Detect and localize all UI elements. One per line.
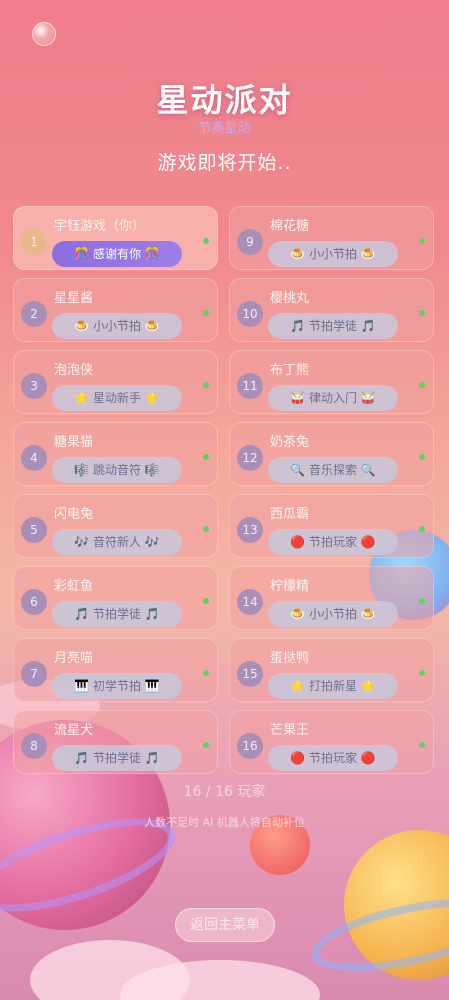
player-name: 闪电兔	[54, 507, 94, 522]
player-title-badge: 🎶 音符新人 🎶	[52, 529, 182, 555]
online-status-dot	[203, 454, 209, 460]
player-title-badge: 🔴 节拍玩家 🔴	[268, 529, 398, 555]
online-status-dot	[203, 310, 209, 316]
online-status-dot	[203, 598, 209, 604]
online-status-dot	[419, 382, 425, 388]
player-title-badge: 🎵 节拍学徒 🎵	[268, 313, 398, 339]
player-slot-number: 9	[237, 229, 263, 255]
player-slot-number: 10	[237, 301, 263, 327]
player-name: 泡泡侠	[54, 363, 94, 378]
online-status-dot	[419, 598, 425, 604]
player-title-badge: 🎵 节拍学徒 🎵	[52, 601, 182, 627]
player-name: 西瓜霸	[270, 507, 310, 522]
player-slot-number: 3	[21, 373, 47, 399]
player-card: 9 棉花糖 🍮 小小节拍 🍮	[229, 206, 434, 270]
online-status-dot	[419, 526, 425, 532]
player-card: 10 樱桃丸 🎵 节拍学徒 🎵	[229, 278, 434, 342]
back-to-menu-button[interactable]: 返回主菜单	[175, 908, 275, 942]
online-status-dot	[203, 382, 209, 388]
player-slot-number: 8	[21, 733, 47, 759]
planet-ring-decoration	[304, 884, 449, 986]
player-slot-number: 11	[237, 373, 263, 399]
player-card: 14 柠檬精 🍮 小小节拍 🍮	[229, 566, 434, 630]
online-status-dot	[203, 742, 209, 748]
autofill-hint: 人数不足时 AI 机器人将自动补位	[144, 816, 305, 829]
player-card: 3 泡泡侠 ⭐ 星动新手 ⭐	[13, 350, 218, 414]
online-status-dot	[203, 670, 209, 676]
player-name: 糖果猫	[54, 435, 94, 450]
player-slot-number: 4	[21, 445, 47, 471]
planet-decoration	[344, 830, 449, 980]
player-title-badge: 🔴 节拍玩家 🔴	[268, 745, 398, 771]
player-slot-number: 14	[237, 589, 263, 615]
player-slot-number: 13	[237, 517, 263, 543]
player-name: 芒果王	[270, 723, 310, 738]
game-subtitle: 节奏星动	[198, 121, 251, 136]
player-name: 樱桃丸	[270, 291, 310, 306]
online-status-dot	[203, 238, 209, 244]
player-name: 柠檬精	[270, 579, 310, 594]
online-status-dot	[419, 742, 425, 748]
player-slot-number: 5	[21, 517, 47, 543]
player-card: 4 糖果猫 🎼 跳动音符 🎼	[13, 422, 218, 486]
player-title-badge: 🔍 音乐探索 🔍	[268, 457, 398, 483]
player-name: 宇钰游戏（你）	[54, 219, 146, 234]
online-status-dot	[419, 238, 425, 244]
player-card: 5 闪电兔 🎶 音符新人 🎶	[13, 494, 218, 558]
player-card: 12 奶茶兔 🔍 音乐探索 🔍	[229, 422, 434, 486]
cloud-decoration	[120, 960, 320, 1000]
online-status-dot	[419, 454, 425, 460]
player-title-badge: ⭐ 打拍新星 ⭐	[268, 673, 398, 699]
player-card: 6 彩虹鱼 🎵 节拍学徒 🎵	[13, 566, 218, 630]
player-title-badge: 🎼 跳动音符 🎼	[52, 457, 182, 483]
player-card: 1 宇钰游戏（你） 🎊 感谢有你 🎊	[13, 206, 218, 270]
player-title-badge: 🎵 节拍学徒 🎵	[52, 745, 182, 771]
player-slot-number: 16	[237, 733, 263, 759]
player-name: 彩虹鱼	[54, 579, 94, 594]
player-slot-number: 6	[21, 589, 47, 615]
player-card: 8 流星犬 🎵 节拍学徒 🎵	[13, 710, 218, 774]
player-card: 16 芒果王 🔴 节拍玩家 🔴	[229, 710, 434, 774]
game-title: 星动派对	[156, 81, 293, 119]
player-title-badge: 🍮 小小节拍 🍮	[268, 601, 398, 627]
player-slot-number: 15	[237, 661, 263, 687]
player-name: 蛋挞鸭	[270, 651, 310, 666]
player-card: 13 西瓜霸 🔴 节拍玩家 🔴	[229, 494, 434, 558]
player-name: 布丁熊	[270, 363, 310, 378]
player-slot-number: 12	[237, 445, 263, 471]
online-status-dot	[203, 526, 209, 532]
player-card: 15 蛋挞鸭 ⭐ 打拍新星 ⭐	[229, 638, 434, 702]
player-count: 16 / 16 玩家	[183, 784, 266, 800]
player-slot-number: 1	[21, 229, 47, 255]
player-title-badge: 🍮 小小节拍 🍮	[268, 241, 398, 267]
player-name: 流星犬	[54, 723, 94, 738]
online-status-dot	[419, 670, 425, 676]
player-title-badge: 🍮 小小节拍 🍮	[52, 313, 182, 339]
player-name: 月亮喵	[54, 651, 94, 666]
player-name: 奶茶兔	[270, 435, 310, 450]
player-slot-number: 7	[21, 661, 47, 687]
player-title-badge: 🥁 律动入门 🥁	[268, 385, 398, 411]
player-title-badge: ⭐ 星动新手 ⭐	[52, 385, 182, 411]
player-slot-number: 2	[21, 301, 47, 327]
player-card: 2 星星酱 🍮 小小节拍 🍮	[13, 278, 218, 342]
lobby-status: 游戏即将开始..	[157, 152, 292, 174]
player-title-badge: 🎹 初学节拍 🎹	[52, 673, 182, 699]
bubble-decoration	[32, 22, 56, 46]
player-name: 棉花糖	[270, 219, 310, 234]
player-card: 7 月亮喵 🎹 初学节拍 🎹	[13, 638, 218, 702]
player-card: 11 布丁熊 🥁 律动入门 🥁	[229, 350, 434, 414]
cloud-decoration	[30, 940, 190, 1000]
player-title-badge: 🎊 感谢有你 🎊	[52, 241, 182, 267]
online-status-dot	[419, 310, 425, 316]
player-name: 星星酱	[54, 291, 94, 306]
